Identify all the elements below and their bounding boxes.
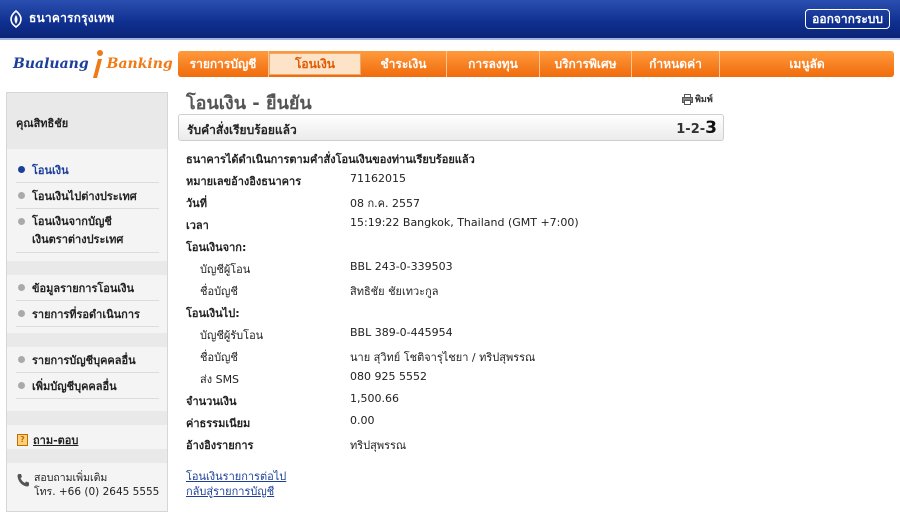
ref-row: หมายเลขอ้างอิงธนาคาร 71162015 [186,172,716,188]
logout-button[interactable]: ออกจากระบบ [805,9,890,29]
bullet-icon [18,310,25,317]
sidebar-item-pending[interactable]: รายการที่รอดำเนินการ [16,305,159,327]
sidebar-item-label: เพิ่มบัญชีบุคคลอื่น [32,380,117,393]
current-step: 3 [705,118,717,138]
status-text: รับคำสั่งเรียบร้อยแล้ว [187,123,297,137]
sidebar-item-label: โอนเงินจากบัญชี [32,215,112,228]
date-row: วันที่ 08 ก.ค. 2557 [186,194,716,210]
from-account-row: บัญชีผู้โอน BBL 243-0-339503 [186,260,716,276]
to-account-row: บัญชีผู้รับโอน BBL 389-0-445954 [186,326,716,342]
sidebar-item-international-transfer[interactable]: โอนเงินไปต่างประเทศ [16,187,159,209]
status-bar: รับคำสั่งเรียบร้อยแล้ว 1-2-3 [178,114,724,141]
contact-phone: โทร. +66 (0) 2645 5555 [34,486,160,498]
sidebar-item-transfer[interactable]: โอนเงิน [16,161,159,183]
phone-icon [17,474,29,487]
memo-label: อ้างอิงรายการ [186,439,254,452]
from-account-label: บัญชีผู้โอน [200,263,251,276]
printer-icon [682,93,693,105]
sidebar-item-third-party-accounts[interactable]: รายการบัญชีบุคคลอื่น [16,351,159,373]
to-heading: โอนเงินไป: [186,307,240,320]
sms-row: ส่ง SMS 080 925 5552 [186,370,716,386]
step-indicator: 1-2-3 [676,118,717,138]
sidebar-item-label: รายการที่รอดำเนินการ [32,308,140,321]
tab-payment[interactable]: ชำระเงิน [361,51,447,77]
fee-label: ค่าธรรมเนียม [186,417,251,430]
date-value: 08 ก.ค. 2557 [350,197,420,210]
sidebar-item-label: โอนเงินไปต่างประเทศ [32,190,137,203]
faq-label: ถาม-ตอบ [33,434,79,447]
tab-investment[interactable]: การลงทุน [447,51,540,77]
sidebar-item-label: รายการบัญชีบุคคลอื่น [32,354,136,367]
fee-value: 0.00 [350,414,375,427]
bank-name: ธนาคารกรุงเทพ [29,11,115,25]
sidebar-item-label: โอนเงิน [32,164,69,177]
time-label: เวลา [186,219,209,232]
brand-i-mark-icon [92,50,103,78]
amount-label: จำนวนเงิน [186,395,237,408]
time-value: 15:19:22 Bangkok, Thailand (GMT +7:00) [350,216,579,229]
tab-shortcut-menu[interactable]: เมนูลัด [720,51,894,77]
tab-special-services[interactable]: บริการพิเศษ [540,51,632,77]
memo-value: ทริปสุพรรณ [350,439,407,452]
confirmation-message: ธนาคารได้ดำเนินการตามคำสั่งโอนเงินของท่า… [186,153,475,166]
bullet-icon [18,218,25,225]
sidebar-item-label: ข้อมูลรายการโอนเงิน [32,282,135,295]
top-bar: ธนาคารกรุงเทพ ออกจากระบบ [0,0,900,38]
question-icon: ? [17,434,28,446]
contact-info: สอบถามเพิ่มเติม โทร. +66 (0) 2645 5555 [17,471,159,499]
date-label: วันที่ [186,197,207,210]
bullet-icon [18,166,25,173]
ref-label: หมายเลขอ้างอิงธนาคาร [186,175,302,188]
from-name-row: ชื่อบัญชี สิทธิชัย ชัยเทวะกูล [186,282,716,298]
sidebar-heading: คุณสิทธิชัย [7,93,167,149]
amount-value: 1,500.66 [350,392,399,405]
step-prefix: 1-2- [676,122,706,137]
print-label: พิมพ์ [695,95,713,105]
to-name-value: นาย สุวิทย์ โชติจารุไชยา / ทริปสุพรรณ [350,351,536,364]
bullet-icon [18,284,25,291]
time-row: เวลา 15:19:22 Bangkok, Thailand (GMT +7:… [186,216,716,232]
bullet-icon [18,356,25,363]
sidebar-item-label-line2: เงินตราต่างประเทศ [32,233,124,246]
tab-accounts[interactable]: รายการบัญชี [178,51,269,77]
header-divider [0,38,900,40]
sidebar-divider [7,261,167,275]
from-account-value: BBL 243-0-339503 [350,260,453,273]
amount-row: จำนวนเงิน 1,500.66 [186,392,716,408]
sms-label: ส่ง SMS [200,373,240,386]
back-to-accounts-link[interactable]: กลับสู่รายการบัญชี [186,482,274,500]
bank-logo: ธนาคารกรุงเทพ [8,9,114,28]
print-button[interactable]: พิมพ์ [682,92,713,106]
page-title: โอนเงิน - ยืนยัน [186,93,312,114]
to-name-row: ชื่อบัญชี นาย สุวิทย์ โชติจารุไชยา / ทริ… [186,348,716,364]
sidebar: คุณสิทธิชัย โอนเงิน โอนเงินไปต่างประเทศ … [6,92,168,512]
to-account-label: บัญชีผู้รับโอน [200,329,264,342]
sms-value: 080 925 5552 [350,370,427,383]
from-name-value: สิทธิชัย ชัยเทวะกูล [350,285,439,298]
bank-emblem-icon [10,9,22,28]
tab-transfer[interactable]: โอนเงิน [269,53,361,75]
bualuang-ibanking-logo: Bualuang Banking [13,46,173,82]
from-name-label: ชื่อบัญชี [200,285,238,298]
faq-link[interactable]: ? ถาม-ตอบ [17,431,78,449]
sidebar-divider [7,449,167,463]
from-heading: โอนเงินจาก: [186,241,247,254]
main-nav: รายการบัญชี โอนเงิน ชำระเงิน การลงทุน บร… [178,51,894,77]
sidebar-item-transfer-history[interactable]: ข้อมูลรายการโอนเงิน [16,279,159,301]
brand-part1: Bualuang [13,56,89,72]
to-name-label: ชื่อบัญชี [200,351,238,364]
ref-value: 71162015 [350,172,406,185]
sidebar-divider [7,333,167,347]
bullet-icon [18,192,25,199]
sidebar-divider [7,411,167,425]
tab-settings[interactable]: กำหนดค่า [632,51,720,77]
sidebar-item-fcd-transfer[interactable]: โอนเงินจากบัญชี เงินตราต่างประเทศ [16,213,159,253]
memo-row: อ้างอิงรายการ ทริปสุพรรณ [186,436,716,452]
to-account-value: BBL 389-0-445954 [350,326,453,339]
fee-row: ค่าธรรมเนียม 0.00 [186,414,716,430]
contact-line1: สอบถามเพิ่มเติม [34,472,108,484]
brand-part2: Banking [106,56,173,72]
bullet-icon [18,382,25,389]
sidebar-item-add-third-party[interactable]: เพิ่มบัญชีบุคคลอื่น [16,377,159,399]
